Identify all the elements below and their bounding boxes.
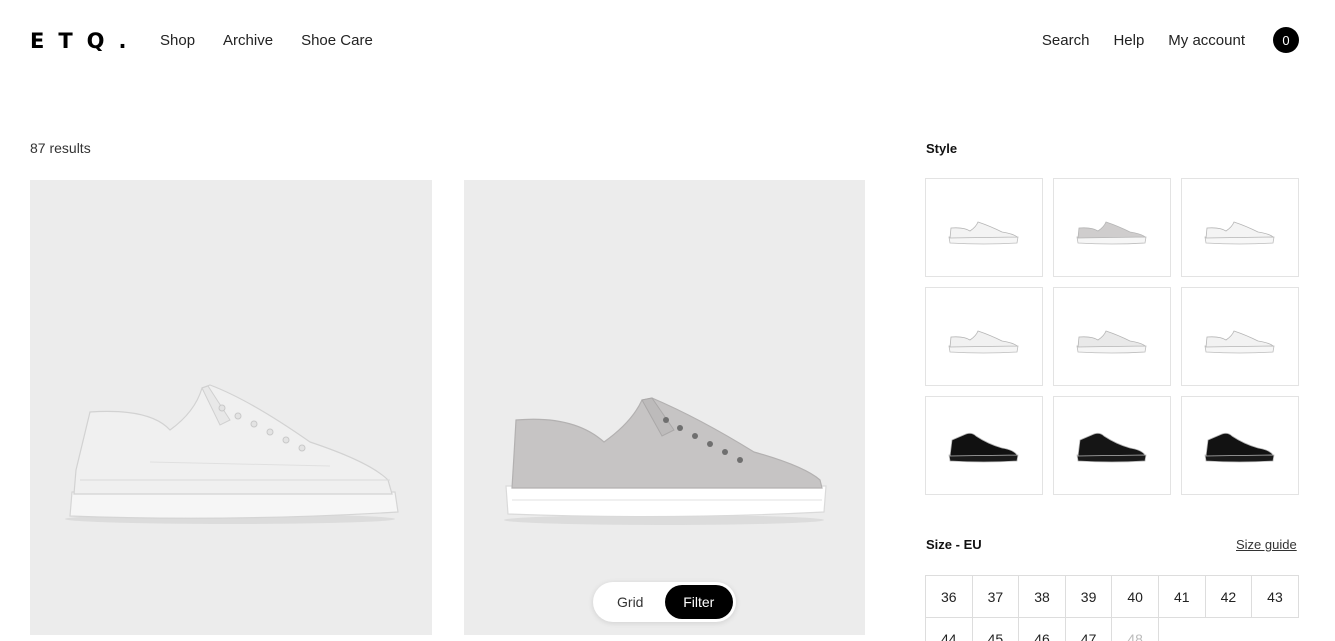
shoe-thumbnail [1204, 432, 1275, 462]
site-header: ETQ. Shop Archive Shoe Care Search Help … [0, 0, 1335, 82]
shoe-thumbnail [948, 330, 1019, 353]
shoe-thumbnail [1076, 432, 1147, 462]
utility-nav: Search Help My account [1042, 32, 1245, 50]
size-option-45[interactable]: 45 [973, 618, 1020, 641]
style-swatch[interactable] [1181, 396, 1299, 495]
size-option-41[interactable]: 41 [1158, 576, 1206, 618]
results-count: 87 results [30, 140, 91, 156]
size-option-46[interactable]: 46 [1019, 618, 1066, 641]
nav-my-account[interactable]: My account [1168, 32, 1245, 50]
nav-help[interactable]: Help [1113, 32, 1144, 50]
product-card-1[interactable] [30, 180, 432, 635]
shoe-thumbnail [948, 221, 1019, 244]
white-sneaker-image [65, 384, 399, 524]
style-filter-title: Style [926, 141, 958, 156]
size-grid: 36 37 38 39 40 41 42 43 44 45 46 47 48 [925, 575, 1299, 641]
nav-search[interactable]: Search [1042, 32, 1090, 50]
nav-shoe-care[interactable]: Shoe Care [301, 32, 373, 50]
nav-archive[interactable]: Archive [223, 32, 273, 50]
size-option-47[interactable]: 47 [1066, 618, 1113, 641]
shoe-thumbnail [1076, 221, 1147, 244]
size-option-37[interactable]: 37 [972, 576, 1020, 618]
shoe-thumbnail [1204, 330, 1275, 353]
style-swatch[interactable] [1053, 287, 1171, 386]
size-option-36[interactable]: 36 [926, 576, 973, 618]
size-guide-link[interactable]: Size guide [1236, 537, 1297, 552]
size-option-42[interactable]: 42 [1205, 576, 1253, 618]
style-swatch[interactable] [925, 287, 1043, 386]
nav-shop[interactable]: Shop [160, 32, 195, 50]
filter-toggle-button[interactable]: Filter [664, 585, 733, 619]
style-swatch[interactable] [925, 396, 1043, 495]
size-option-43[interactable]: 43 [1252, 576, 1299, 618]
style-swatch[interactable] [1053, 178, 1171, 277]
style-swatch[interactable] [1053, 396, 1171, 495]
size-option-44[interactable]: 44 [926, 618, 973, 641]
size-option-40[interactable]: 40 [1112, 576, 1159, 618]
size-option-48: 48 [1112, 618, 1159, 641]
etq-logo[interactable]: ETQ. [30, 30, 141, 52]
shoe-thumbnail [1076, 330, 1147, 353]
main-nav: Shop Archive Shoe Care [160, 32, 373, 50]
cart-count-badge[interactable]: 0 [1273, 27, 1299, 53]
style-swatch-grid [925, 178, 1299, 495]
style-swatch[interactable] [1181, 287, 1299, 386]
product-card-2[interactable] [464, 180, 865, 635]
view-toggle: Grid Filter [593, 582, 736, 622]
style-swatch[interactable] [1181, 178, 1299, 277]
size-option-38[interactable]: 38 [1019, 576, 1066, 618]
shoe-thumbnail [948, 432, 1019, 462]
grid-toggle-button[interactable]: Grid [596, 585, 665, 619]
size-filter-title: Size - EU [926, 537, 982, 552]
size-option-39[interactable]: 39 [1065, 576, 1113, 618]
style-swatch[interactable] [925, 178, 1043, 277]
shoe-thumbnail [1204, 221, 1275, 244]
grey-sneaker-image [504, 397, 827, 525]
